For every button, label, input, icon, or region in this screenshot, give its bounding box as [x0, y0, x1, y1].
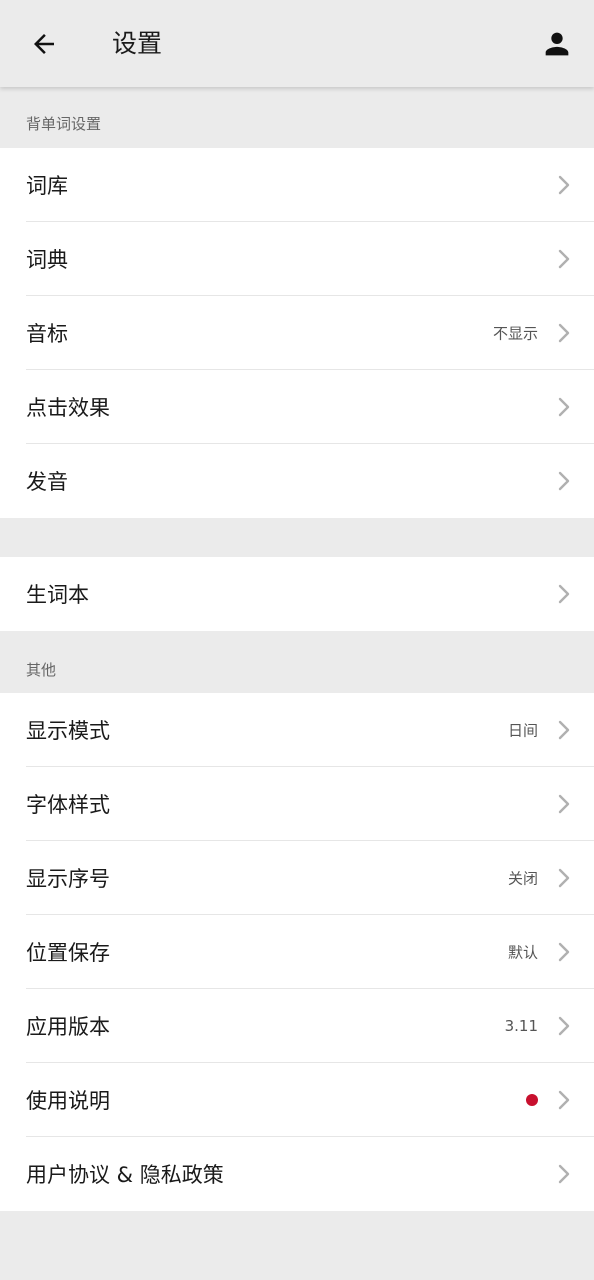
chevron-right-icon — [558, 1164, 570, 1184]
chevron-right-icon — [558, 942, 570, 962]
section-header-vocab: 背单词设置 — [0, 87, 594, 147]
page-title: 设置 — [112, 29, 163, 58]
settings-row-click-effect[interactable]: 点击效果 — [0, 370, 594, 444]
row-label: 点击效果 — [26, 396, 110, 420]
chevron-right-icon — [558, 584, 570, 604]
row-label: 显示序号 — [26, 867, 110, 891]
row-label: 音标 — [26, 322, 68, 346]
row-value: 关闭 — [507, 869, 538, 888]
row-value: 默认 — [507, 943, 538, 962]
chevron-right-icon — [558, 720, 570, 740]
settings-row-agreement-privacy[interactable]: 用户协议 & 隐私政策 — [0, 1137, 594, 1211]
chevron-right-icon — [558, 1090, 570, 1110]
account-button[interactable] — [540, 24, 574, 64]
person-icon — [545, 32, 569, 56]
chevron-right-icon — [558, 249, 570, 269]
notification-dot — [526, 1094, 538, 1106]
chevron-right-icon — [558, 397, 570, 417]
row-value: 不显示 — [492, 324, 538, 343]
row-label: 用户协议 & 隐私政策 — [26, 1163, 224, 1187]
section-title: 其他 — [26, 661, 57, 679]
settings-row-pronunciation[interactable]: 发音 — [0, 444, 594, 518]
settings-row-display-mode[interactable]: 显示模式 日间 — [0, 693, 594, 767]
settings-row-position-save[interactable]: 位置保存 默认 — [0, 915, 594, 989]
section-header-other: 其他 — [0, 631, 594, 693]
app-bar: 设置 — [0, 0, 594, 87]
section-title: 背单词设置 — [26, 115, 102, 133]
settings-row-wordbank[interactable]: 词库 — [0, 148, 594, 222]
row-label: 词典 — [26, 248, 68, 272]
settings-group-other: 显示模式 日间 字体样式 显示序号 关闭 位置保存 默认 应用版本 3.11 使… — [0, 693, 594, 1211]
chevron-right-icon — [558, 1016, 570, 1036]
row-label: 应用版本 — [26, 1015, 110, 1039]
back-button[interactable] — [22, 22, 66, 66]
arrow-left-icon — [34, 34, 54, 54]
row-label: 字体样式 — [26, 793, 110, 817]
row-value: 3.11 — [504, 1017, 538, 1035]
chevron-right-icon — [558, 175, 570, 195]
settings-row-instructions[interactable]: 使用说明 — [0, 1063, 594, 1137]
row-label: 位置保存 — [26, 941, 110, 965]
settings-group-notebook: 生词本 — [0, 557, 594, 631]
settings-row-show-index[interactable]: 显示序号 关闭 — [0, 841, 594, 915]
settings-row-phonetic[interactable]: 音标 不显示 — [0, 296, 594, 370]
settings-row-app-version[interactable]: 应用版本 3.11 — [0, 989, 594, 1063]
settings-row-notebook[interactable]: 生词本 — [0, 557, 594, 631]
row-label: 发音 — [26, 470, 68, 494]
row-label: 显示模式 — [26, 719, 110, 743]
chevron-right-icon — [558, 323, 570, 343]
row-label: 使用说明 — [26, 1089, 110, 1113]
row-value: 日间 — [507, 721, 538, 740]
chevron-right-icon — [558, 868, 570, 888]
chevron-right-icon — [558, 794, 570, 814]
settings-row-font-style[interactable]: 字体样式 — [0, 767, 594, 841]
chevron-right-icon — [558, 471, 570, 491]
settings-row-dictionary[interactable]: 词典 — [0, 222, 594, 296]
row-label: 生词本 — [26, 583, 89, 607]
settings-group-vocab: 词库 词典 音标 不显示 点击效果 发音 — [0, 148, 594, 518]
row-label: 词库 — [26, 174, 68, 198]
